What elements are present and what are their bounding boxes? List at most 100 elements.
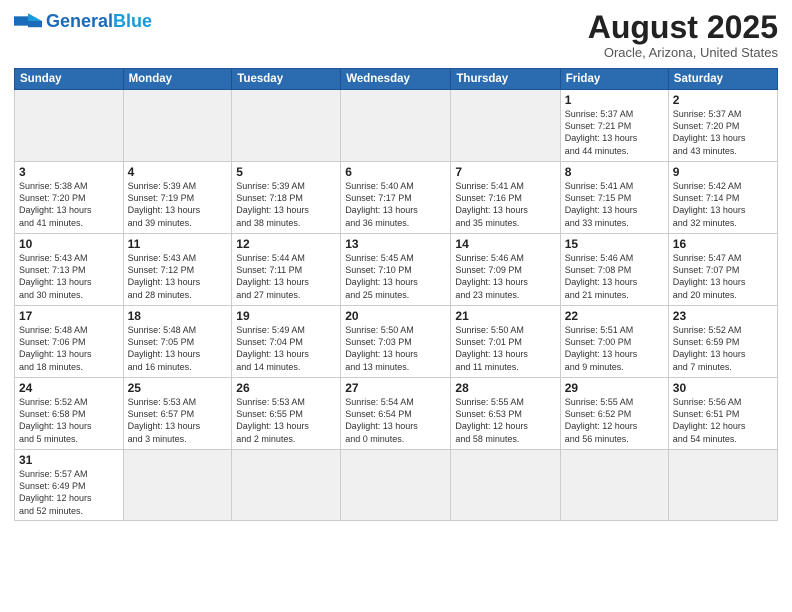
- logo: GeneralBlue: [14, 10, 152, 32]
- day-number: 31: [19, 453, 119, 467]
- weekday-header-thursday: Thursday: [451, 69, 560, 90]
- calendar-cell: [341, 90, 451, 162]
- calendar-cell: 1Sunrise: 5:37 AM Sunset: 7:21 PM Daylig…: [560, 90, 668, 162]
- calendar-week-row: 24Sunrise: 5:52 AM Sunset: 6:58 PM Dayli…: [15, 378, 778, 450]
- day-info: Sunrise: 5:52 AM Sunset: 6:58 PM Dayligh…: [19, 396, 119, 445]
- day-number: 1: [565, 93, 664, 107]
- day-number: 28: [455, 381, 555, 395]
- day-info: Sunrise: 5:43 AM Sunset: 7:12 PM Dayligh…: [128, 252, 228, 301]
- day-number: 8: [565, 165, 664, 179]
- day-number: 3: [19, 165, 119, 179]
- calendar-cell: [15, 90, 124, 162]
- calendar-cell: 17Sunrise: 5:48 AM Sunset: 7:06 PM Dayli…: [15, 306, 124, 378]
- calendar-cell: [232, 450, 341, 521]
- weekday-header-saturday: Saturday: [668, 69, 777, 90]
- weekday-header-friday: Friday: [560, 69, 668, 90]
- day-info: Sunrise: 5:43 AM Sunset: 7:13 PM Dayligh…: [19, 252, 119, 301]
- day-info: Sunrise: 5:56 AM Sunset: 6:51 PM Dayligh…: [673, 396, 773, 445]
- calendar-table: SundayMondayTuesdayWednesdayThursdayFrid…: [14, 68, 778, 521]
- day-number: 4: [128, 165, 228, 179]
- calendar-cell: 31Sunrise: 5:57 AM Sunset: 6:49 PM Dayli…: [15, 450, 124, 521]
- day-info: Sunrise: 5:55 AM Sunset: 6:52 PM Dayligh…: [565, 396, 664, 445]
- day-info: Sunrise: 5:39 AM Sunset: 7:18 PM Dayligh…: [236, 180, 336, 229]
- page: GeneralBlue August 2025 Oracle, Arizona,…: [0, 0, 792, 612]
- day-number: 11: [128, 237, 228, 251]
- weekday-header-monday: Monday: [123, 69, 232, 90]
- day-info: Sunrise: 5:47 AM Sunset: 7:07 PM Dayligh…: [673, 252, 773, 301]
- day-info: Sunrise: 5:57 AM Sunset: 6:49 PM Dayligh…: [19, 468, 119, 517]
- calendar-cell: 28Sunrise: 5:55 AM Sunset: 6:53 PM Dayli…: [451, 378, 560, 450]
- logo-general: General: [46, 11, 113, 31]
- header: GeneralBlue August 2025 Oracle, Arizona,…: [14, 10, 778, 60]
- day-number: 13: [345, 237, 446, 251]
- day-info: Sunrise: 5:53 AM Sunset: 6:57 PM Dayligh…: [128, 396, 228, 445]
- day-info: Sunrise: 5:45 AM Sunset: 7:10 PM Dayligh…: [345, 252, 446, 301]
- day-number: 14: [455, 237, 555, 251]
- calendar-cell: [232, 90, 341, 162]
- day-info: Sunrise: 5:41 AM Sunset: 7:16 PM Dayligh…: [455, 180, 555, 229]
- calendar-cell: 26Sunrise: 5:53 AM Sunset: 6:55 PM Dayli…: [232, 378, 341, 450]
- calendar-cell: [668, 450, 777, 521]
- calendar-cell: 4Sunrise: 5:39 AM Sunset: 7:19 PM Daylig…: [123, 162, 232, 234]
- day-number: 26: [236, 381, 336, 395]
- day-number: 17: [19, 309, 119, 323]
- day-info: Sunrise: 5:48 AM Sunset: 7:05 PM Dayligh…: [128, 324, 228, 373]
- day-number: 9: [673, 165, 773, 179]
- day-info: Sunrise: 5:53 AM Sunset: 6:55 PM Dayligh…: [236, 396, 336, 445]
- day-number: 23: [673, 309, 773, 323]
- day-info: Sunrise: 5:46 AM Sunset: 7:08 PM Dayligh…: [565, 252, 664, 301]
- day-number: 27: [345, 381, 446, 395]
- title-block: August 2025 Oracle, Arizona, United Stat…: [588, 10, 778, 60]
- calendar-cell: 9Sunrise: 5:42 AM Sunset: 7:14 PM Daylig…: [668, 162, 777, 234]
- day-number: 21: [455, 309, 555, 323]
- day-number: 15: [565, 237, 664, 251]
- calendar-cell: 21Sunrise: 5:50 AM Sunset: 7:01 PM Dayli…: [451, 306, 560, 378]
- calendar-week-row: 10Sunrise: 5:43 AM Sunset: 7:13 PM Dayli…: [15, 234, 778, 306]
- day-number: 30: [673, 381, 773, 395]
- day-info: Sunrise: 5:44 AM Sunset: 7:11 PM Dayligh…: [236, 252, 336, 301]
- day-info: Sunrise: 5:46 AM Sunset: 7:09 PM Dayligh…: [455, 252, 555, 301]
- day-info: Sunrise: 5:55 AM Sunset: 6:53 PM Dayligh…: [455, 396, 555, 445]
- calendar-cell: [123, 90, 232, 162]
- calendar-cell: 16Sunrise: 5:47 AM Sunset: 7:07 PM Dayli…: [668, 234, 777, 306]
- location-subtitle: Oracle, Arizona, United States: [588, 45, 778, 60]
- calendar-cell: [123, 450, 232, 521]
- calendar-cell: 22Sunrise: 5:51 AM Sunset: 7:00 PM Dayli…: [560, 306, 668, 378]
- calendar-cell: 19Sunrise: 5:49 AM Sunset: 7:04 PM Dayli…: [232, 306, 341, 378]
- day-info: Sunrise: 5:48 AM Sunset: 7:06 PM Dayligh…: [19, 324, 119, 373]
- calendar-cell: 10Sunrise: 5:43 AM Sunset: 7:13 PM Dayli…: [15, 234, 124, 306]
- calendar-cell: 23Sunrise: 5:52 AM Sunset: 6:59 PM Dayli…: [668, 306, 777, 378]
- weekday-header-wednesday: Wednesday: [341, 69, 451, 90]
- calendar-cell: [341, 450, 451, 521]
- day-number: 2: [673, 93, 773, 107]
- calendar-cell: 27Sunrise: 5:54 AM Sunset: 6:54 PM Dayli…: [341, 378, 451, 450]
- calendar-cell: 5Sunrise: 5:39 AM Sunset: 7:18 PM Daylig…: [232, 162, 341, 234]
- day-info: Sunrise: 5:52 AM Sunset: 6:59 PM Dayligh…: [673, 324, 773, 373]
- day-number: 19: [236, 309, 336, 323]
- calendar-cell: 8Sunrise: 5:41 AM Sunset: 7:15 PM Daylig…: [560, 162, 668, 234]
- calendar-cell: 2Sunrise: 5:37 AM Sunset: 7:20 PM Daylig…: [668, 90, 777, 162]
- calendar-cell: 20Sunrise: 5:50 AM Sunset: 7:03 PM Dayli…: [341, 306, 451, 378]
- calendar-cell: 6Sunrise: 5:40 AM Sunset: 7:17 PM Daylig…: [341, 162, 451, 234]
- calendar-week-row: 17Sunrise: 5:48 AM Sunset: 7:06 PM Dayli…: [15, 306, 778, 378]
- day-number: 20: [345, 309, 446, 323]
- day-info: Sunrise: 5:49 AM Sunset: 7:04 PM Dayligh…: [236, 324, 336, 373]
- weekday-header-tuesday: Tuesday: [232, 69, 341, 90]
- calendar-cell: 13Sunrise: 5:45 AM Sunset: 7:10 PM Dayli…: [341, 234, 451, 306]
- logo-blue: Blue: [113, 11, 152, 31]
- day-number: 22: [565, 309, 664, 323]
- day-info: Sunrise: 5:50 AM Sunset: 7:03 PM Dayligh…: [345, 324, 446, 373]
- day-info: Sunrise: 5:50 AM Sunset: 7:01 PM Dayligh…: [455, 324, 555, 373]
- day-info: Sunrise: 5:51 AM Sunset: 7:00 PM Dayligh…: [565, 324, 664, 373]
- calendar-week-row: 3Sunrise: 5:38 AM Sunset: 7:20 PM Daylig…: [15, 162, 778, 234]
- calendar-cell: 15Sunrise: 5:46 AM Sunset: 7:08 PM Dayli…: [560, 234, 668, 306]
- day-number: 29: [565, 381, 664, 395]
- day-info: Sunrise: 5:38 AM Sunset: 7:20 PM Dayligh…: [19, 180, 119, 229]
- calendar-cell: [451, 450, 560, 521]
- day-info: Sunrise: 5:54 AM Sunset: 6:54 PM Dayligh…: [345, 396, 446, 445]
- generalblue-logo-icon: [14, 10, 42, 32]
- day-number: 5: [236, 165, 336, 179]
- calendar-week-row: 31Sunrise: 5:57 AM Sunset: 6:49 PM Dayli…: [15, 450, 778, 521]
- calendar-cell: 30Sunrise: 5:56 AM Sunset: 6:51 PM Dayli…: [668, 378, 777, 450]
- calendar-week-row: 1Sunrise: 5:37 AM Sunset: 7:21 PM Daylig…: [15, 90, 778, 162]
